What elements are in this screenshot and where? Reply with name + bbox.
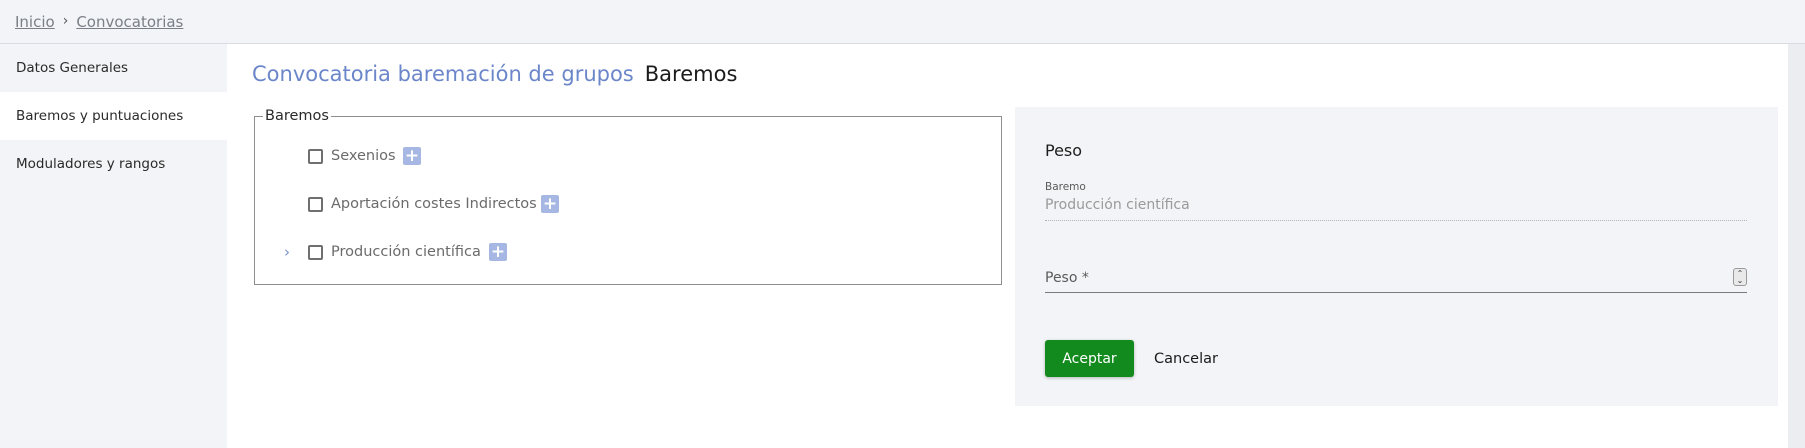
plus-icon: + [542,193,558,214]
breadcrumb-home-link[interactable]: Inicio [15,13,55,31]
peso-input[interactable]: Peso * ⌃ ⌄ [1045,265,1747,293]
plus-icon: + [404,145,420,166]
chevron-right-icon: › [62,13,69,29]
tree-node-label: Producción científica [331,244,481,260]
breadcrumb: Inicio › Convocatorias [15,13,183,31]
add-produccion-button[interactable]: + [489,243,507,261]
scroll-gutter [1788,44,1805,448]
add-sexenios-button[interactable]: + [403,147,421,165]
produccion-checkbox[interactable] [308,244,323,260]
sidebar-item-baremos-puntuaciones[interactable]: Baremos y puntuaciones [0,92,227,140]
chevron-right-icon[interactable]: › [281,241,293,263]
cancel-button[interactable]: Cancelar [1148,340,1224,377]
peso-form-panel: Peso Baremo Producción científica Peso *… [1015,107,1778,406]
aportacion-checkbox[interactable] [308,196,323,212]
sidebar: Datos Generales Baremos y puntuaciones M… [0,44,227,448]
accept-button[interactable]: Aceptar [1045,340,1134,377]
number-spinner-icon[interactable]: ⌃ ⌄ [1733,268,1747,286]
tree-node-aportacion: Aportación costes Indirectos + [255,193,1001,215]
tree-node-label: Sexenios [331,148,396,164]
peso-input-label: Peso * [1045,270,1089,286]
form-title: Peso [1045,141,1083,160]
tree-node-produccion: › Producción científica + [255,241,1001,263]
sidebar-item-datos-generales[interactable]: Datos Generales [0,44,227,92]
breadcrumb-convocatorias-link[interactable]: Convocatorias [76,13,183,31]
top-bar: Inicio › Convocatorias [0,0,1805,44]
sexenios-checkbox[interactable] [308,148,323,164]
page-title: Baremos [644,62,738,86]
convocatoria-title: Convocatoria baremación de grupos [252,62,634,86]
baremo-field-label: Baremo [1045,181,1086,193]
baremos-fieldset: Baremos Sexenios + Aportación costes Ind… [254,108,1002,285]
sidebar-item-moduladores-rangos[interactable]: Moduladores y rangos [0,140,227,188]
baremo-field-value: Producción científica [1045,197,1747,221]
tree-node-label: Aportación costes Indirectos [331,196,537,212]
tree-node-sexenios: Sexenios + [255,145,1001,167]
plus-icon: + [490,241,506,262]
baremos-legend: Baremos [263,108,331,124]
page-header: Convocatoria baremación de grupos Baremo… [252,62,737,86]
add-aportacion-button[interactable]: + [541,195,559,213]
